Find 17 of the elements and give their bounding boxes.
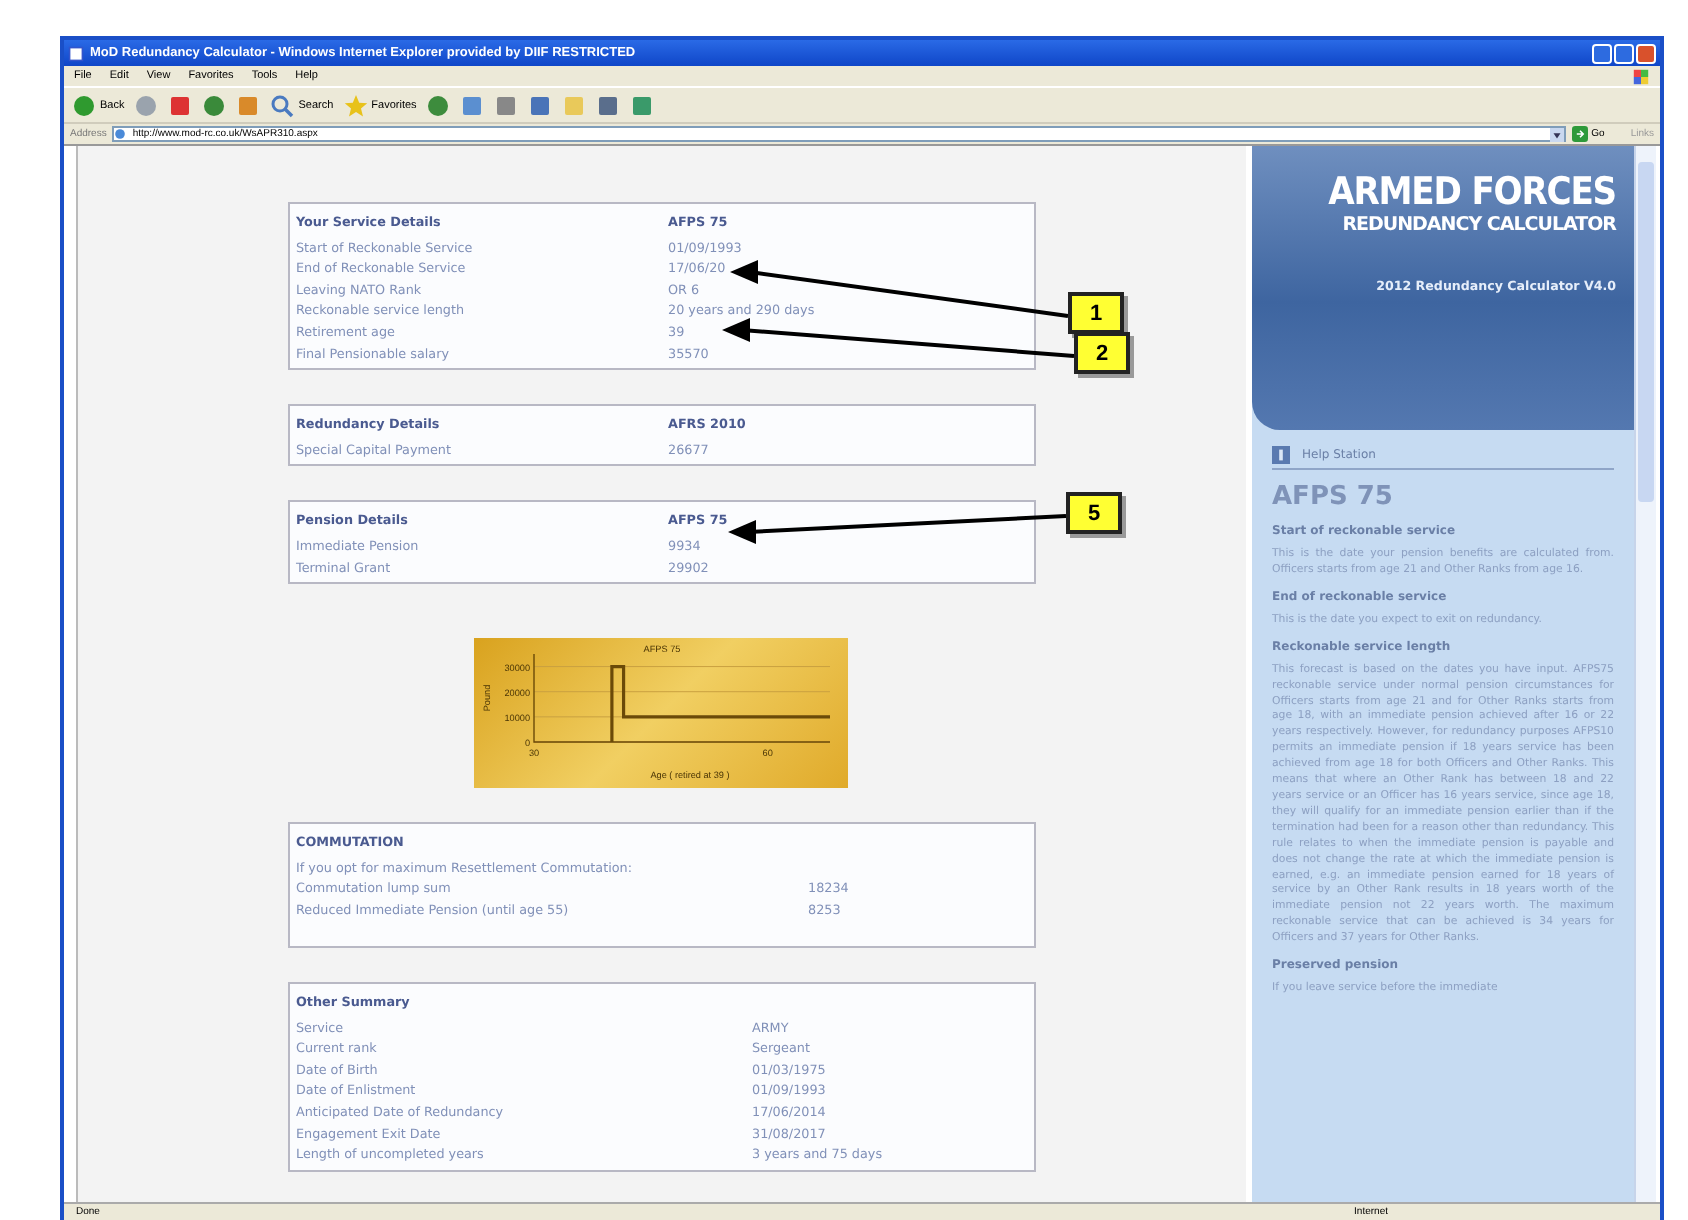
page-icon (114, 128, 127, 140)
close-button[interactable] (1636, 43, 1656, 63)
dropdown-icon[interactable] (1549, 127, 1564, 141)
favorites-icon (343, 93, 368, 117)
banner-title: ARMED FORCES (1328, 170, 1616, 214)
page-icon (68, 45, 84, 61)
windows-logo-icon (1632, 67, 1650, 85)
minimize-button[interactable] (1592, 43, 1612, 63)
callout-label: 5 (1066, 492, 1122, 534)
search-icon (270, 93, 295, 117)
scrollbar[interactable] (1634, 146, 1656, 1202)
help-icon (1272, 446, 1290, 464)
callout-label: 1 (1068, 292, 1124, 334)
callout-label: 2 (1074, 332, 1130, 374)
maximize-button[interactable] (1614, 43, 1634, 63)
help-heading: AFPS 75 (1272, 482, 1395, 512)
banner-subtitle: REDUNDANCY CALCULATOR (1342, 214, 1616, 236)
